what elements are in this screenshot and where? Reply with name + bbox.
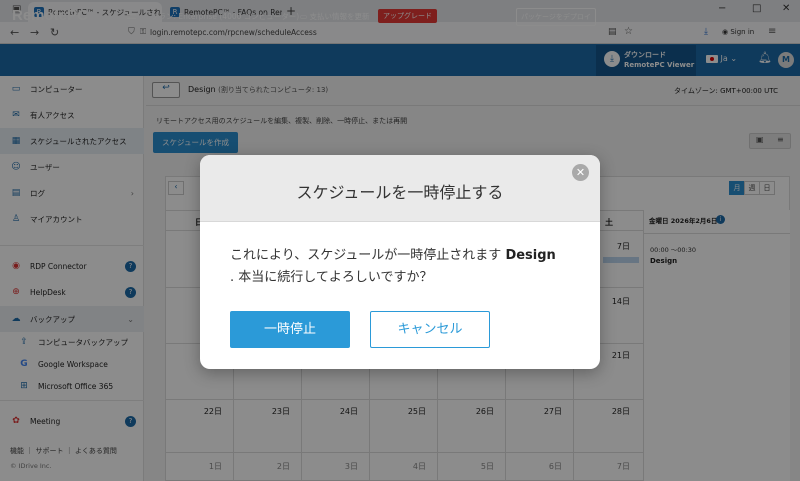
dialog-title: スケジュールを一時停止する — [296, 183, 504, 202]
close-icon[interactable]: ✕ — [572, 164, 589, 181]
pause-button[interactable]: 一時停止 — [230, 311, 350, 348]
pause-schedule-dialog: スケジュールを一時停止する ✕ これにより、スケジュールが一時停止されます De… — [200, 155, 600, 369]
dialog-message: これにより、スケジュールが一時停止されます Design . 本当に続行してよろ… — [230, 245, 580, 289]
message-text: これにより、スケジュールが一時停止されます — [230, 248, 502, 263]
message-confirm-text: . 本当に続行してよろしいですか？ — [230, 270, 433, 285]
message-schedule-name: Design — [505, 248, 556, 263]
cancel-button[interactable]: キャンセル — [370, 311, 490, 348]
